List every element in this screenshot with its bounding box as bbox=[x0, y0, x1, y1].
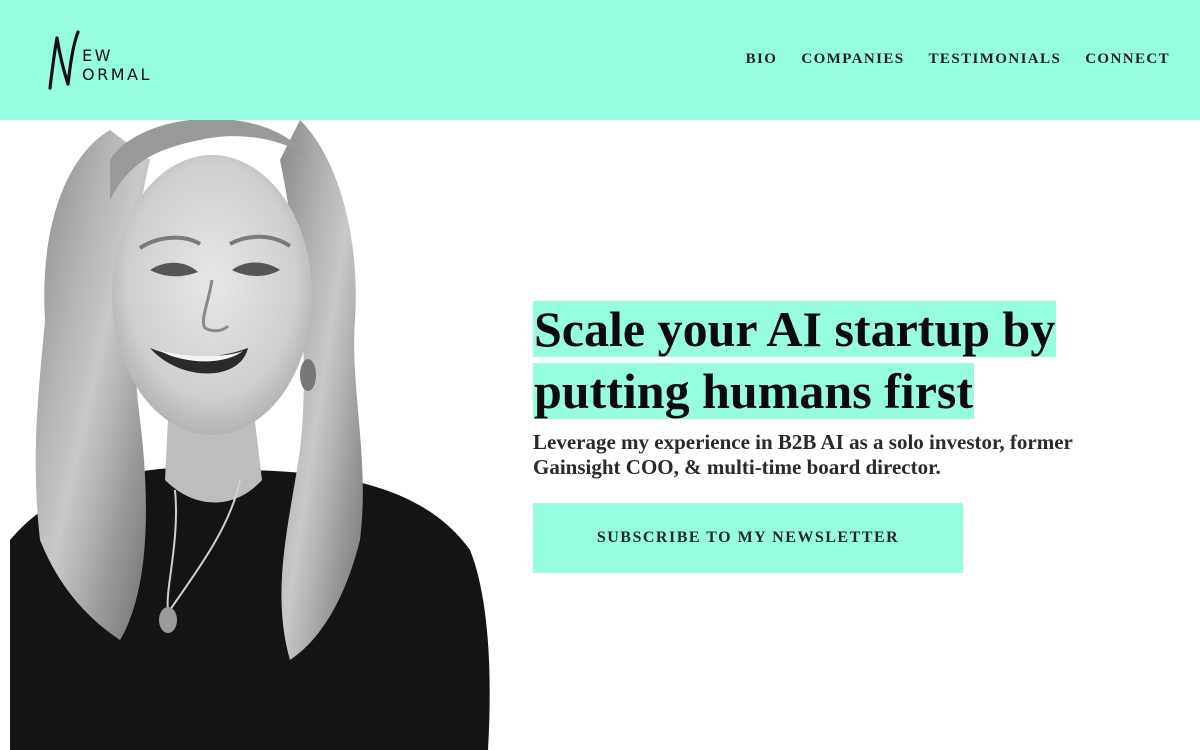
subscribe-newsletter-button[interactable]: SUBSCRIBE TO MY NEWSLETTER bbox=[533, 503, 963, 573]
nav-link-companies[interactable]: COMPANIES bbox=[801, 50, 904, 68]
new-normal-logo[interactable]: EW ORMAL bbox=[44, 28, 154, 94]
nav-link-testimonials[interactable]: TESTIMONIALS bbox=[929, 50, 1062, 68]
logo-n-mark bbox=[48, 30, 80, 90]
hero-headline-line1: Scale your AI startup by bbox=[533, 301, 1057, 357]
nav-link-connect[interactable]: CONNECT bbox=[1085, 50, 1170, 68]
hero-headline-line2: putting humans first bbox=[533, 363, 974, 419]
main-nav: BIO COMPANIES TESTIMONIALS CONNECT bbox=[746, 50, 1170, 68]
hero-subtitle: Leverage my experience in B2B AI as a so… bbox=[533, 430, 1073, 479]
hero-portrait-photo bbox=[0, 120, 500, 750]
hero-headline: Scale your AI startup by putting humans … bbox=[533, 298, 1133, 422]
portrait-illustration bbox=[10, 120, 490, 750]
nav-link-bio[interactable]: BIO bbox=[746, 50, 778, 68]
logo-text-line1: EW bbox=[82, 46, 113, 65]
logo-text-line2: ORMAL bbox=[82, 65, 152, 84]
site-header: EW ORMAL BIO COMPANIES TESTIMONIALS CONN… bbox=[0, 0, 1200, 120]
